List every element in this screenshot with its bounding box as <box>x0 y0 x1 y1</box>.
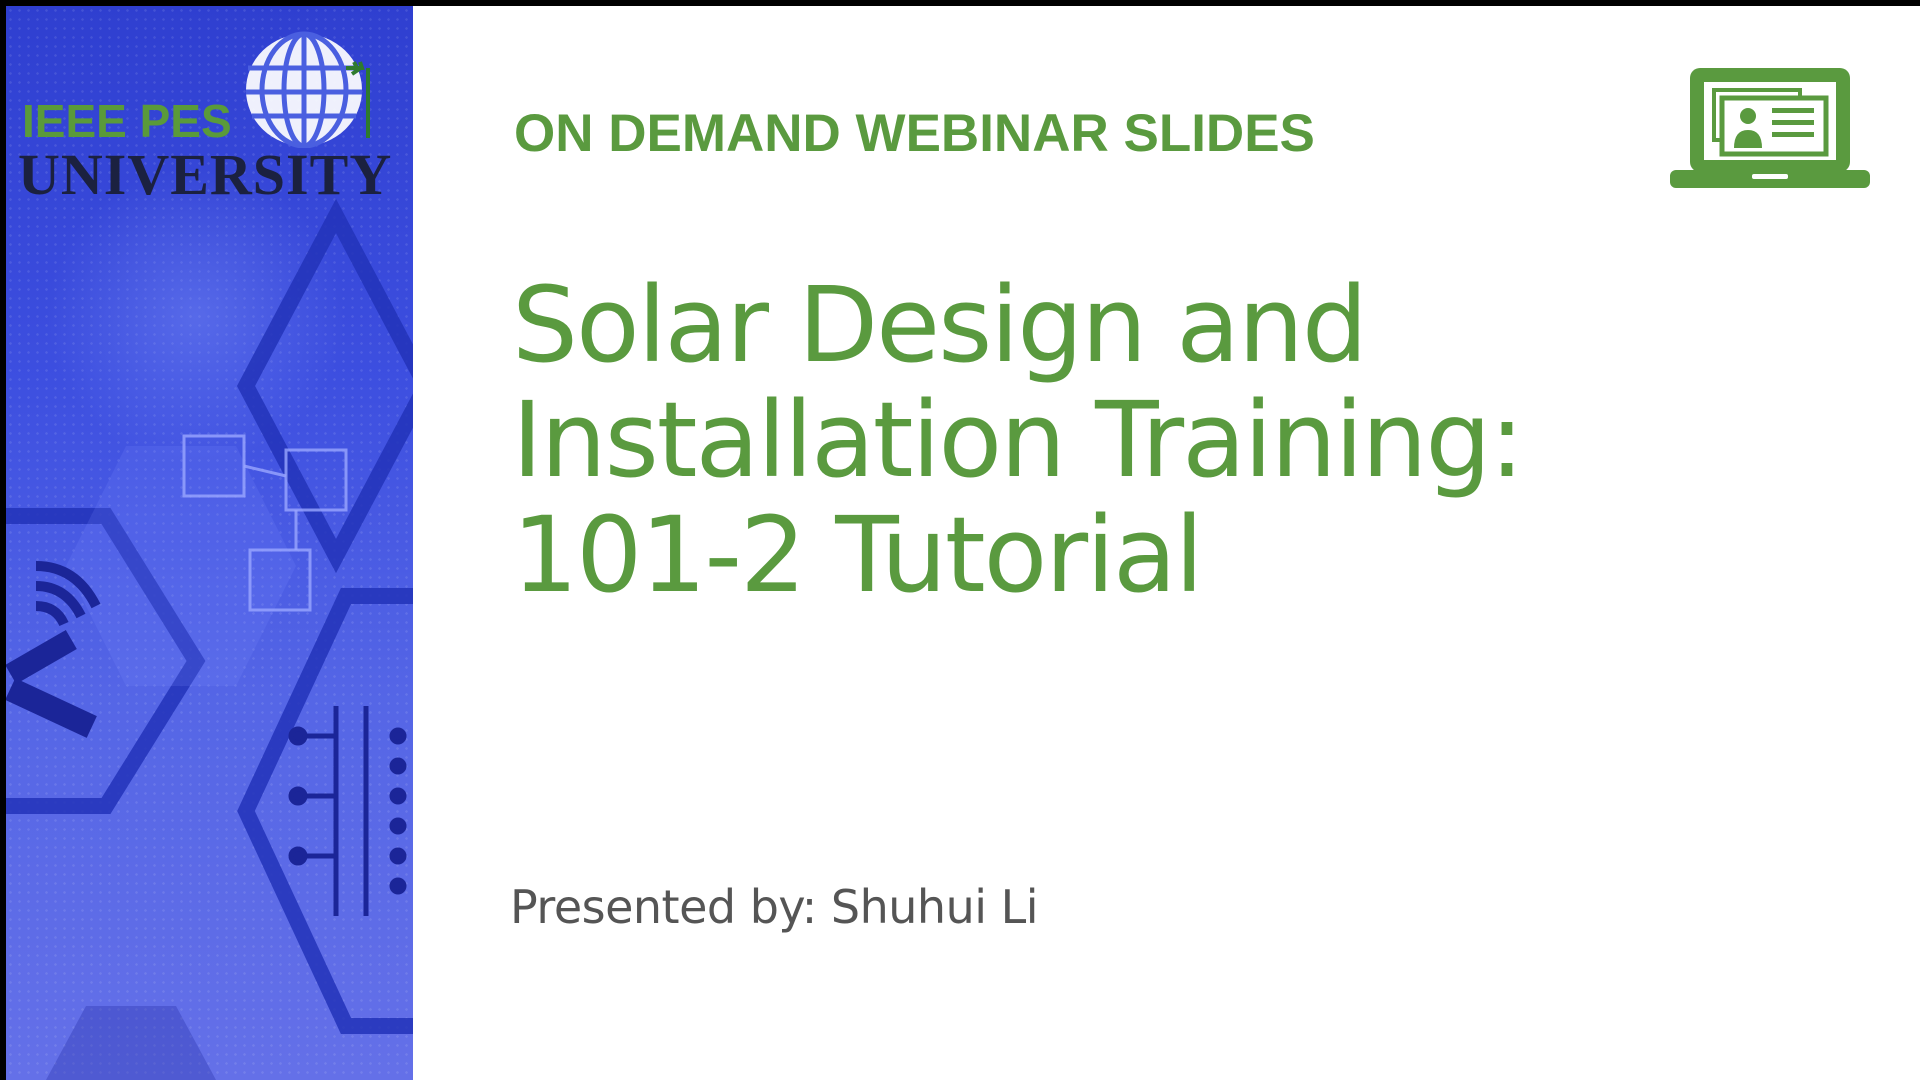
ieee-pes-university-logo: IEEE PES UNIVERSITY <box>18 28 398 208</box>
slide: IEEE PES UNIVERSITY ON DEMAND WEBINAR SL… <box>6 6 1920 1080</box>
title-line-2: Installation Training: <box>512 379 1524 501</box>
presenter-line: Presented by: Shuhui Li <box>510 880 1039 934</box>
kicker-heading: ON DEMAND WEBINAR SLIDES <box>514 104 1315 163</box>
slide-title: Solar Design and Installation Training: … <box>512 268 1712 613</box>
logo-ieee-pes-text: IEEE PES <box>22 95 232 147</box>
globe-icon <box>246 31 370 148</box>
laptop-presentation-icon <box>1670 68 1870 188</box>
left-banner: IEEE PES UNIVERSITY <box>6 6 413 1080</box>
logo-university-text: UNIVERSITY <box>18 142 393 207</box>
title-line-3: 101-2 Tutorial <box>512 494 1204 616</box>
title-line-1: Solar Design and <box>512 264 1368 386</box>
